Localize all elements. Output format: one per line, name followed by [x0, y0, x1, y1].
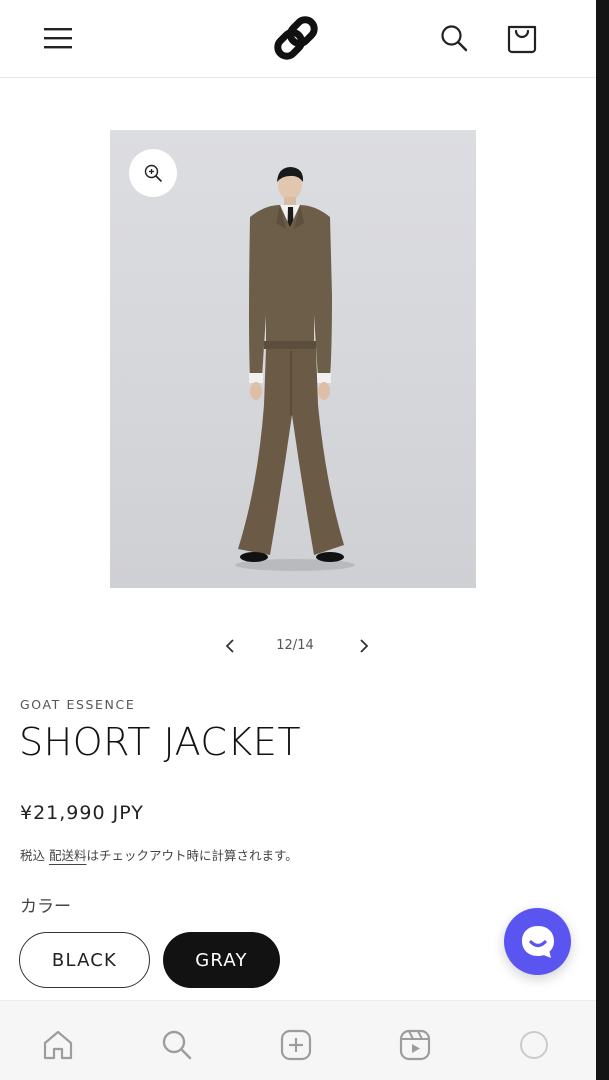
chevron-right-icon	[360, 639, 369, 653]
chat-button[interactable]	[504, 908, 571, 975]
slider-prev-button[interactable]	[216, 632, 244, 660]
model-figure	[235, 167, 355, 571]
nav-profile-button[interactable]	[514, 1025, 554, 1065]
search-icon	[441, 25, 468, 52]
hamburger-menu-icon	[44, 28, 72, 49]
slider-next-button[interactable]	[350, 632, 378, 660]
shipping-policy-link[interactable]: 配送料	[49, 848, 87, 863]
product-page: 12/14 GOAT ESSENCE SHORT JACKET ¥21,990 …	[0, 0, 596, 1080]
product-vendor: GOAT ESSENCE	[20, 697, 136, 712]
screen-edge	[596, 0, 609, 1080]
chevron-left-icon	[225, 639, 234, 653]
nav-home-button[interactable]	[38, 1025, 78, 1065]
nav-add-button[interactable]	[276, 1025, 316, 1065]
tax-prefix: 税込	[20, 848, 49, 863]
profile-icon	[520, 1031, 548, 1059]
zoom-in-icon	[144, 164, 162, 182]
tax-note: 税込 配送料はチェックアウト時に計算されます。	[20, 845, 298, 864]
color-option-black[interactable]: BLACK	[19, 932, 150, 988]
chat-bubble-icon	[521, 925, 554, 958]
shopping-bag-icon	[507, 25, 537, 54]
product-title: SHORT JACKET	[19, 720, 302, 764]
bottom-app-nav	[0, 1000, 596, 1080]
product-image[interactable]	[110, 130, 476, 588]
add-post-icon	[280, 1029, 312, 1061]
slider-controls: 12/14	[210, 628, 380, 664]
tax-suffix: はチェックアウト時に計算されます。	[86, 848, 298, 863]
cart-button[interactable]	[500, 16, 544, 60]
product-price: ¥21,990 JPY	[20, 802, 144, 824]
home-icon	[43, 1030, 73, 1060]
menu-button[interactable]	[36, 16, 80, 60]
search-button[interactable]	[432, 16, 476, 60]
nav-search-button[interactable]	[157, 1025, 197, 1065]
site-logo[interactable]	[270, 14, 322, 62]
reels-icon	[399, 1029, 431, 1061]
search-icon	[162, 1030, 192, 1060]
nav-reels-button[interactable]	[395, 1025, 435, 1065]
color-option-label: カラー	[20, 897, 71, 917]
zoom-button[interactable]	[129, 149, 177, 197]
slider-counter: 12/14	[276, 638, 314, 653]
color-option-gray[interactable]: GRAY	[163, 932, 280, 988]
link-logo-icon	[274, 16, 318, 60]
site-header	[0, 0, 596, 78]
